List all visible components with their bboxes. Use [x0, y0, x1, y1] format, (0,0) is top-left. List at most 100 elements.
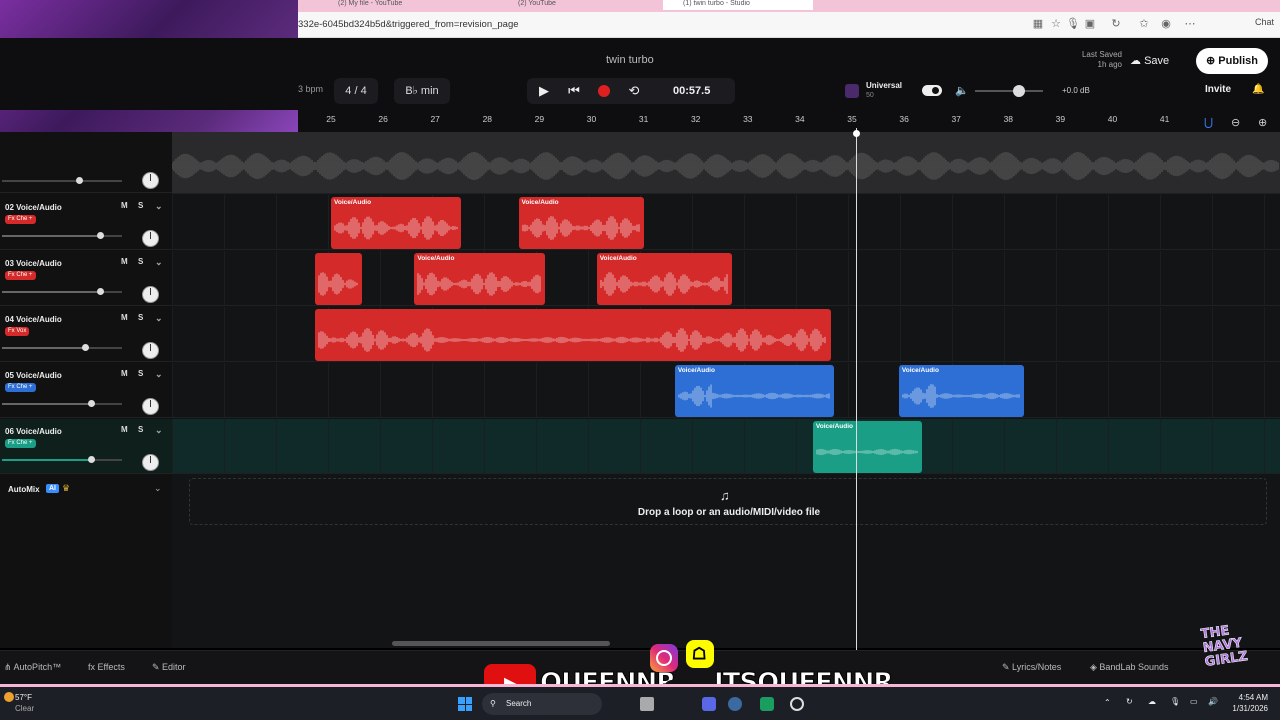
- star-icon[interactable]: ☆: [1050, 18, 1062, 30]
- bpm-field[interactable]: 3 bpm: [298, 84, 323, 94]
- volume-fader[interactable]: [2, 344, 122, 351]
- solo-button[interactable]: S: [138, 313, 143, 322]
- profile-icon[interactable]: ◉: [1160, 18, 1172, 30]
- fader-knob[interactable]: [82, 344, 89, 351]
- key-button[interactable]: B♭ min: [394, 78, 450, 104]
- track-name[interactable]: 03 Voice/Audio: [5, 259, 62, 268]
- loop-icon[interactable]: ⟲: [619, 78, 649, 104]
- discord-icon[interactable]: [702, 697, 716, 711]
- audio-clip[interactable]: Voice/Audio: [898, 365, 1024, 417]
- track-header[interactable]: 03 Voice/Audio Fx Che + M S ⌄: [0, 251, 172, 306]
- instrument-name[interactable]: Universal: [866, 81, 902, 90]
- record-button[interactable]: [589, 78, 619, 104]
- track-lane-01[interactable]: [172, 132, 1280, 194]
- volume-fader[interactable]: [2, 288, 122, 295]
- publish-button[interactable]: ⊕ Publish: [1196, 48, 1268, 74]
- fx-badge[interactable]: Fx Vox: [5, 327, 30, 336]
- steam-icon[interactable]: [728, 697, 742, 711]
- solo-button[interactable]: S: [138, 369, 143, 378]
- mic-tray-icon[interactable]: 🎙: [1170, 697, 1180, 706]
- track-header[interactable]: 06 Voice/Audio Fx Che + M S ⌄: [0, 419, 172, 474]
- magnet-icon[interactable]: ⋃: [1204, 116, 1216, 129]
- audio-clip[interactable]: Voice/Audio: [518, 197, 644, 249]
- fader-knob[interactable]: [97, 232, 104, 239]
- track-header[interactable]: 02 Voice/Audio Fx Che + M S ⌄: [0, 195, 172, 250]
- master-volume-slider[interactable]: [975, 85, 1043, 97]
- refresh-icon[interactable]: ↻: [1110, 18, 1122, 30]
- timeline-ruler[interactable]: 25 26 27 28 29 30 31 32 33 34 35 36 37 38 39 40 41: [298, 110, 1280, 132]
- editor-button[interactable]: ✎ Editor: [152, 662, 186, 673]
- audio-clip[interactable]: [315, 253, 363, 305]
- browser-tab[interactable]: (2) My file - YouTube: [338, 0, 402, 10]
- chevron-down-icon[interactable]: ⌄: [155, 313, 163, 324]
- app-icon[interactable]: [760, 697, 774, 711]
- skip-back-icon[interactable]: ⏮: [559, 78, 589, 104]
- volume-fader[interactable]: [2, 400, 122, 407]
- pan-knob[interactable]: [142, 398, 159, 415]
- mute-button[interactable]: M: [121, 369, 128, 378]
- zoom-in-icon[interactable]: ⊕: [1258, 116, 1267, 129]
- volume-fader[interactable]: [2, 232, 122, 239]
- weather-icon[interactable]: [4, 692, 14, 702]
- audio-clip[interactable]: Voice/Audio: [674, 365, 834, 417]
- volume-fader[interactable]: [2, 456, 122, 463]
- task-view-icon[interactable]: [640, 697, 654, 711]
- solo-button[interactable]: S: [138, 425, 143, 434]
- autopitch-button[interactable]: ⋔ AutoPitch™: [4, 662, 61, 673]
- chevron-up-icon[interactable]: ⌃: [1104, 698, 1111, 707]
- bandlab-sounds-button[interactable]: ◈ BandLab Sounds: [1090, 662, 1168, 673]
- chat-button[interactable]: Chat: [1255, 17, 1274, 27]
- pan-knob[interactable]: [142, 172, 159, 189]
- mute-button[interactable]: M: [121, 201, 128, 210]
- volume-knob[interactable]: [1013, 85, 1025, 97]
- play-icon[interactable]: ▶: [529, 78, 559, 104]
- clock-date[interactable]: 1/31/2026: [1228, 704, 1268, 713]
- playhead-handle[interactable]: [853, 130, 860, 137]
- browser-tab-active[interactable]: (1) twin turbo - Studio: [663, 0, 813, 10]
- solo-button[interactable]: S: [138, 201, 143, 210]
- chevron-down-icon[interactable]: ⌄: [154, 483, 162, 494]
- fx-badge[interactable]: Fx Che +: [5, 215, 36, 224]
- url-field[interactable]: 332e-6045bd324b5d&triggered_from=revisio…: [298, 19, 519, 30]
- fx-badge[interactable]: Fx Che +: [5, 439, 36, 448]
- fader-knob[interactable]: [88, 400, 95, 407]
- invite-button[interactable]: Invite: [1196, 80, 1240, 100]
- instrument-toggle[interactable]: [922, 85, 942, 96]
- track-header[interactable]: 05 Voice/Audio Fx Che + M S ⌄: [0, 363, 172, 418]
- audio-clip[interactable]: Voice/Audio: [331, 197, 462, 249]
- track-name[interactable]: 04 Voice/Audio: [5, 315, 62, 324]
- fx-badge[interactable]: Fx Che +: [5, 383, 36, 392]
- pan-knob[interactable]: [142, 286, 159, 303]
- track-lane[interactable]: [172, 419, 1280, 474]
- mute-button[interactable]: M: [121, 313, 128, 322]
- instrument-icon[interactable]: [845, 84, 859, 98]
- browser-tab[interactable]: (2) YouTube: [518, 0, 556, 10]
- pan-knob[interactable]: [142, 454, 159, 471]
- clock-time[interactable]: 4:54 AM: [1228, 693, 1268, 702]
- audio-clip[interactable]: Voice/Audio: [812, 421, 923, 473]
- effects-button[interactable]: fx Effects: [88, 662, 125, 672]
- speaker-icon[interactable]: 🔈: [955, 84, 969, 97]
- favorites-icon[interactable]: ✩: [1138, 18, 1150, 30]
- monitor-icon[interactable]: ▭: [1190, 697, 1198, 706]
- bell-icon[interactable]: 🔔: [1252, 84, 1264, 95]
- mute-button[interactable]: M: [121, 425, 128, 434]
- cloud-tray-icon[interactable]: ☁: [1148, 697, 1156, 706]
- extension-icon[interactable]: ▣: [1084, 18, 1096, 30]
- project-title[interactable]: twin turbo: [606, 54, 654, 66]
- time-signature-button[interactable]: 4 / 4: [334, 78, 378, 104]
- chrome-icon[interactable]: [790, 697, 804, 711]
- audio-clip[interactable]: Voice/Audio: [414, 253, 545, 305]
- playhead[interactable]: [856, 128, 857, 650]
- track-name[interactable]: 06 Voice/Audio: [5, 427, 62, 436]
- volume-tray-icon[interactable]: 🔊: [1208, 697, 1218, 706]
- audio-clip[interactable]: Voice/Audio: [596, 253, 733, 305]
- zoom-out-icon[interactable]: ⊖: [1231, 116, 1240, 129]
- fx-badge[interactable]: Fx Che +: [5, 271, 36, 280]
- mute-button[interactable]: M: [121, 257, 128, 266]
- windows-start-icon[interactable]: [458, 697, 472, 711]
- sync-icon[interactable]: ↻: [1126, 697, 1133, 706]
- pan-knob[interactable]: [142, 230, 159, 247]
- solo-button[interactable]: S: [138, 257, 143, 266]
- pan-knob[interactable]: [142, 342, 159, 359]
